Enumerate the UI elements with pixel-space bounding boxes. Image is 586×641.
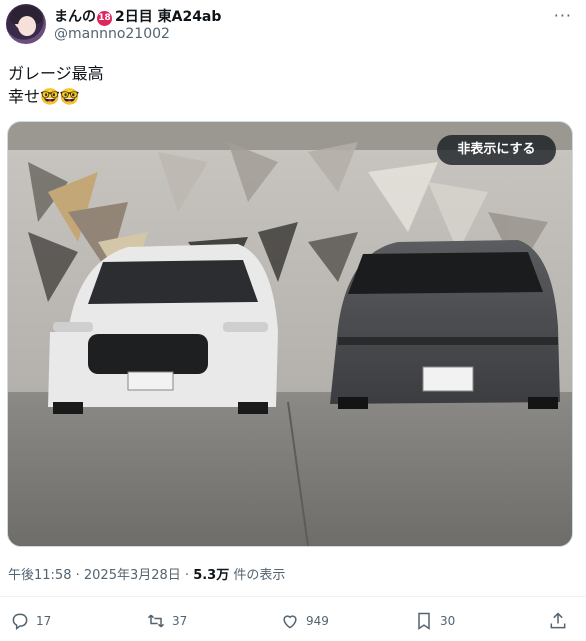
- bookmark-icon: [418, 612, 430, 630]
- more-icon[interactable]: ···: [554, 6, 572, 25]
- tweet-header: まんの 18 2日目 東A24ab @mannno21002 ···: [0, 0, 586, 50]
- display-name[interactable]: まんの 18 2日目 東A24ab: [54, 6, 221, 26]
- bookmark-count: 30: [440, 614, 456, 628]
- display-name-suffix[interactable]: 2日目 東A24ab: [115, 9, 221, 25]
- meta-sep-1: ·: [71, 568, 84, 583]
- tweet-text-line-2: 幸せ🤓🤓: [8, 87, 80, 106]
- gray-car: [330, 240, 560, 409]
- like-button[interactable]: 949: [280, 606, 329, 636]
- user-handle[interactable]: @mannno21002: [54, 26, 170, 42]
- meta-sep-2: ·: [180, 568, 194, 583]
- garage-photo: [8, 122, 572, 546]
- divider: [0, 596, 586, 597]
- retweet-icon: [147, 614, 165, 628]
- like-count: 949: [306, 614, 329, 628]
- reply-button[interactable]: 17: [10, 606, 51, 636]
- tweet-text-line-1: ガレージ最高: [8, 64, 104, 83]
- share-icon: [550, 612, 566, 629]
- tweet-image[interactable]: [7, 121, 573, 547]
- reply-count: 17: [36, 614, 52, 628]
- hide-button[interactable]: 非表示にする: [437, 135, 556, 165]
- tweet-date[interactable]: 2025年3月28日: [84, 568, 181, 583]
- tweet-time[interactable]: 午後11:58: [8, 568, 71, 583]
- reply-icon: [12, 613, 28, 630]
- retweet-count: 37: [172, 614, 188, 628]
- avatar[interactable]: [6, 4, 46, 44]
- tweet-meta: 午後11:58 · 2025年3月28日 · 5.3万 件の表示: [8, 564, 285, 583]
- action-bar: 17 37 949 30: [0, 606, 586, 636]
- display-name-text[interactable]: まんの: [54, 9, 96, 25]
- views-label: 件の表示: [229, 568, 286, 583]
- bookmark-button[interactable]: 30: [414, 606, 455, 636]
- tweet-text: ガレージ最高 幸せ🤓🤓: [8, 62, 104, 108]
- retweet-button[interactable]: 37: [146, 606, 187, 636]
- views-count: 5.3万: [193, 568, 230, 583]
- share-button[interactable]: [548, 606, 574, 636]
- like-icon: [283, 615, 297, 629]
- age-badge: 18: [97, 11, 112, 26]
